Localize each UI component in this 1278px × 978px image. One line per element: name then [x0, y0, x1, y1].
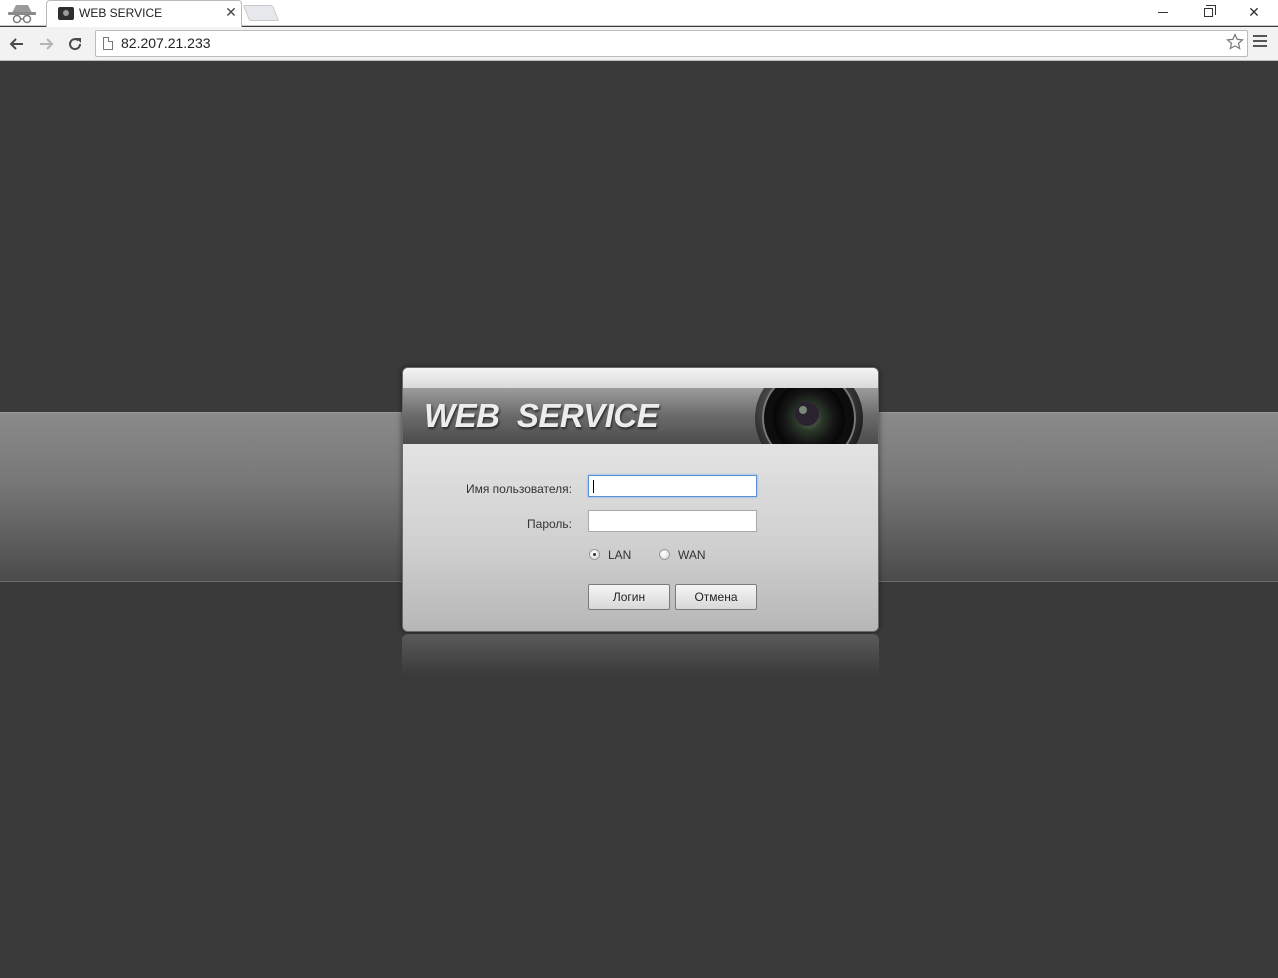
- wan-radio-label[interactable]: WAN: [678, 548, 706, 562]
- tab-title: WEB SERVICE: [79, 6, 163, 20]
- lan-radio-label[interactable]: LAN: [608, 548, 631, 562]
- reload-button[interactable]: [63, 32, 87, 56]
- username-input[interactable]: [588, 475, 757, 497]
- close-window-button[interactable]: ✕: [1232, 0, 1276, 24]
- minimize-icon: [1158, 11, 1168, 13]
- camera-lens-icon: [755, 388, 863, 444]
- url-text[interactable]: 82.207.21.233: [121, 35, 211, 51]
- back-arrow-icon: [9, 38, 23, 50]
- browser-titlebar: WEB SERVICE ✕ ✕: [0, 0, 1278, 27]
- hamburger-menu-icon[interactable]: [1253, 35, 1267, 50]
- reload-icon: [69, 38, 82, 51]
- login-form: Имя пользователя: Пароль: LAN WAN Логин …: [403, 444, 878, 631]
- password-label: Пароль:: [527, 517, 572, 531]
- star-icon[interactable]: [1226, 33, 1244, 51]
- text-caret: [593, 480, 594, 493]
- login-button[interactable]: Логин: [588, 584, 670, 610]
- close-icon: ✕: [1248, 3, 1260, 20]
- minimize-button[interactable]: [1141, 0, 1185, 24]
- wan-radio[interactable]: [659, 549, 670, 560]
- camera-icon: [58, 7, 74, 20]
- page-icon: [103, 37, 113, 50]
- incognito-icon: [8, 5, 36, 24]
- lan-radio[interactable]: [589, 549, 600, 560]
- login-dialog: WEB SERVICE Имя пользователя: Пароль: LA…: [402, 367, 879, 632]
- restore-button[interactable]: [1186, 0, 1230, 24]
- login-banner: WEB SERVICE: [403, 388, 878, 444]
- username-label: Имя пользователя:: [465, 482, 572, 496]
- banner-title: WEB SERVICE: [424, 397, 659, 434]
- tab-close-icon[interactable]: ✕: [224, 4, 238, 21]
- back-button[interactable]: [5, 32, 29, 56]
- browser-tab[interactable]: WEB SERVICE ✕: [46, 0, 242, 27]
- forward-button[interactable]: [34, 32, 58, 56]
- address-bar[interactable]: 82.207.21.233: [95, 30, 1248, 57]
- restore-icon: [1203, 4, 1216, 17]
- new-tab-button[interactable]: [242, 5, 280, 21]
- dialog-top-strip: [403, 368, 878, 388]
- browser-toolbar: 82.207.21.233: [0, 27, 1278, 61]
- password-input[interactable]: [588, 510, 757, 532]
- cancel-button[interactable]: Отмена: [675, 584, 757, 610]
- dialog-reflection: [402, 634, 879, 676]
- forward-arrow-icon: [40, 38, 54, 50]
